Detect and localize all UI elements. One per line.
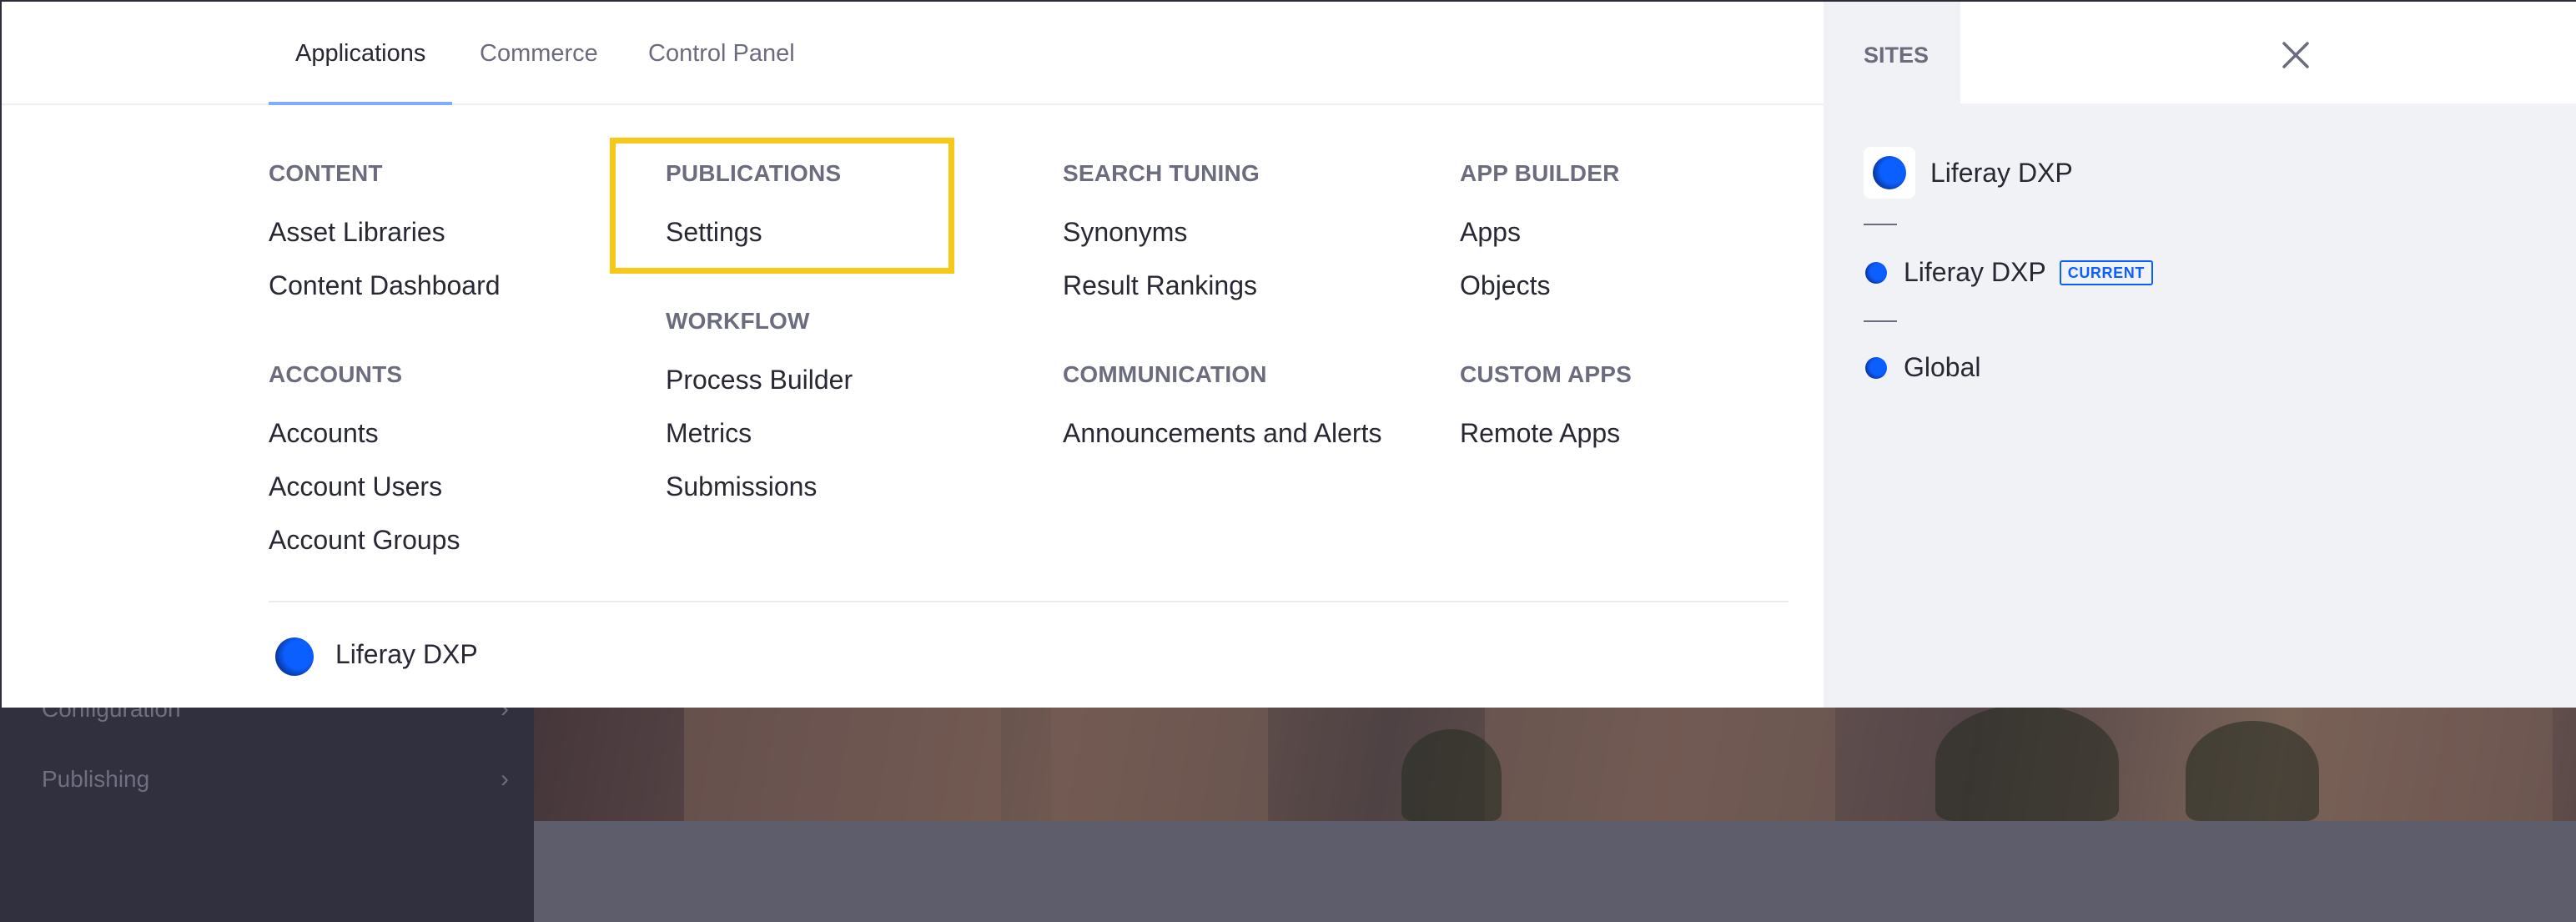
close-button[interactable] [2271,30,2321,80]
link-metrics[interactable]: Metrics [666,418,752,449]
site-separator [1864,224,1897,225]
sites-panel: SITES Liferay DXP Liferay DXP CURRENT Gl… [1824,2,2576,708]
site-item-global[interactable]: Global [1864,352,1981,383]
category-custom-apps: CUSTOM APPS [1460,361,1633,387]
footer-site-name[interactable]: Liferay DXP [335,639,478,670]
category-app-builder: APP BUILDER [1460,160,1620,186]
category-publications: PUBLICATIONS [666,160,842,186]
sites-tab[interactable]: SITES [1824,2,1960,103]
tab-label: Applications [295,40,426,67]
tab-label: Control Panel [648,40,795,67]
link-asset-libraries[interactable]: Asset Libraries [269,217,445,248]
link-announcements-and-alerts[interactable]: Announcements and Alerts [1063,418,1381,449]
category-communication: COMMUNICATION [1063,361,1267,387]
link-remote-apps[interactable]: Remote Apps [1460,418,1620,449]
link-account-groups[interactable]: Account Groups [269,525,460,556]
sidebar-item-publishing[interactable]: Publishing › [42,763,509,796]
link-process-builder[interactable]: Process Builder [666,365,853,396]
applications-panel: Applications Commerce Control Panel CONT… [2,2,1824,708]
tab-applications[interactable]: Applications [269,2,453,105]
site-name: Liferay DXP [1904,257,2046,287]
link-apps[interactable]: Apps [1460,217,1521,248]
category-content: CONTENT [269,160,383,186]
site-item-liferay-dxp-current[interactable]: Liferay DXP CURRENT [1864,257,2153,288]
sites-header [1960,2,2576,103]
link-account-users[interactable]: Account Users [269,471,442,502]
site-name: Liferay DXP [1930,157,2073,188]
close-icon [2282,42,2309,68]
tab-label: Commerce [480,40,598,67]
category-accounts: ACCOUNTS [269,361,403,387]
applications-menu: Applications Commerce Control Panel CONT… [0,0,2576,708]
site-logo-icon [1864,260,1889,285]
background-content-area [534,821,2576,922]
site-logo-icon [1864,147,1915,199]
site-separator [1864,320,1897,322]
liferay-logo-icon [275,637,314,676]
link-objects[interactable]: Objects [1460,270,1550,301]
link-accounts[interactable]: Accounts [269,418,379,449]
sidebar-item-label: Publishing [42,766,150,792]
category-search-tuning: SEARCH TUNING [1063,160,1260,186]
menu-tabs: Applications Commerce Control Panel [2,2,1824,105]
tab-commerce[interactable]: Commerce [453,2,625,103]
site-item-liferay-dxp[interactable]: Liferay DXP [1864,147,2073,199]
link-result-rankings[interactable]: Result Rankings [1063,270,1257,301]
site-name: Global [1904,352,1981,382]
link-submissions[interactable]: Submissions [666,471,817,502]
category-workflow: WORKFLOW [666,308,810,334]
tab-control-panel[interactable]: Control Panel [621,2,822,103]
link-settings[interactable]: Settings [666,217,762,248]
current-badge: CURRENT [2059,259,2153,285]
link-synonyms[interactable]: Synonyms [1063,217,1187,248]
divider [269,601,1789,602]
link-content-dashboard[interactable]: Content Dashboard [269,270,501,301]
highlight-box [610,138,954,274]
site-logo-icon [1864,355,1889,380]
chevron-right-icon: › [501,765,509,793]
